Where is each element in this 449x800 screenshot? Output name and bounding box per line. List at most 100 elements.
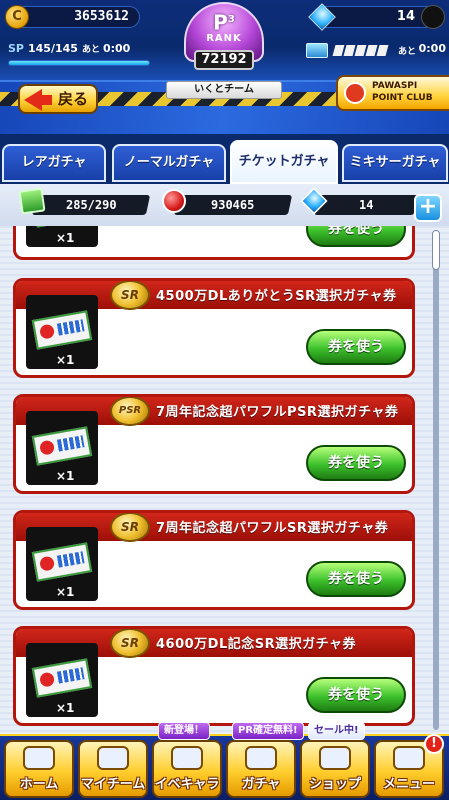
- nav-label: ホーム: [19, 777, 59, 792]
- sale-tag: セール中!: [308, 722, 365, 740]
- use-ticket-button[interactable]: 券を使う: [306, 677, 406, 713]
- ticket-quantity: ×1: [56, 231, 75, 245]
- menu-alert-badge: !: [424, 734, 444, 754]
- event-chara-icon: [171, 746, 203, 770]
- list-scrollbar[interactable]: [433, 230, 439, 730]
- stamina-time: 0:00: [418, 42, 446, 55]
- gacha-icon: [245, 746, 277, 770]
- use-ticket-button[interactable]: 券を使う: [306, 445, 406, 481]
- ticket-icon: [31, 426, 93, 466]
- stamina-bar: [332, 45, 345, 56]
- ticket-title: 4500万DLありがとうSR選択ガチャ券: [156, 289, 397, 304]
- stamina-bar: [376, 45, 389, 56]
- ticket-thumbnail: ×1: [26, 226, 98, 247]
- ball-count: 930465: [173, 195, 293, 215]
- coin-value: 3653612: [74, 9, 129, 24]
- back-arrow-icon: [24, 89, 52, 111]
- gem-value: 14: [396, 9, 415, 24]
- ticket-icon: [31, 310, 93, 350]
- ticket-list[interactable]: ×1 券を使う SR 4500万DLありがとうSR選択ガチャ券 ×1 券を使う …: [0, 226, 449, 734]
- pawaspi-point-club-button[interactable]: PAWASPI POINT CLUB: [336, 75, 449, 111]
- stamina-readout: あと 0:00: [306, 42, 446, 60]
- nav-shop[interactable]: ショップ: [300, 740, 370, 798]
- ticket-card: SR 4500万DLありがとうSR選択ガチャ券 ×1 券を使う: [13, 278, 415, 378]
- settings-disc-icon[interactable]: [421, 5, 445, 29]
- ticket-thumbnail: ×1: [26, 411, 98, 485]
- nav-gacha[interactable]: ガチャ: [226, 740, 296, 798]
- pr-free-tag: PR確定無料!: [232, 722, 304, 740]
- nav-label: ショップ: [308, 777, 361, 792]
- sr-badge-icon: SR: [110, 629, 150, 658]
- sr-badge-icon: SR: [110, 513, 150, 542]
- sp-time: 0:00: [102, 42, 131, 55]
- stamina-bar: [365, 45, 378, 56]
- add-gems-button[interactable]: +: [414, 194, 442, 222]
- use-ticket-button[interactable]: 券を使う: [306, 226, 406, 247]
- sp-bar: [8, 60, 150, 66]
- ticket-quantity: ×1: [56, 469, 75, 483]
- ticket-icon: [31, 226, 93, 228]
- nav-label: メニュー: [382, 777, 435, 792]
- gem-icon: [308, 3, 336, 31]
- ticket-quantity: ×1: [56, 585, 75, 599]
- stamina-bar: [343, 45, 356, 56]
- use-ticket-button[interactable]: 券を使う: [306, 561, 406, 597]
- ticket-icon: [31, 658, 93, 698]
- sp-ato: あと: [81, 45, 100, 55]
- team-icon: [97, 746, 129, 770]
- use-ticket-button[interactable]: 券を使う: [306, 329, 406, 365]
- shop-icon: [319, 746, 351, 770]
- menu-icon: [393, 746, 425, 770]
- stamina-bar: [354, 45, 367, 56]
- ticket-quantity: ×1: [56, 353, 75, 367]
- nav-my-team[interactable]: マイチーム: [78, 740, 148, 798]
- ticket-thumbnail: ×1: [26, 643, 98, 717]
- sp-bar-fill: [9, 61, 149, 65]
- coin-counter: C 3653612: [5, 5, 140, 29]
- psr-badge-icon: PSR: [110, 397, 150, 426]
- stamina-ticket-icon: [306, 43, 328, 58]
- item-box-icon: [18, 187, 46, 215]
- box-count: 285/290: [31, 195, 151, 215]
- ticket-card: ×1 券を使う: [13, 226, 415, 260]
- status-bar: C 3653612 SP 145/145 あと 0:00 14 あと 0:00 P3 …: [0, 0, 449, 82]
- new-arrival-tag: 新登場！: [158, 722, 210, 740]
- ticket-thumbnail: ×1: [26, 527, 98, 601]
- pawaspi-icon: [344, 82, 366, 104]
- back-button[interactable]: 戻る: [18, 84, 98, 114]
- gem-counter: 14: [308, 3, 445, 31]
- back-label: 戻る: [57, 90, 88, 108]
- bottom-nav: ホーム マイチーム イベキャラ ガチャ ショップ メニュー: [0, 734, 449, 800]
- ticket-title: 4600万DL記念SR選択ガチャ券: [156, 637, 356, 652]
- scrollbar-thumb[interactable]: [432, 230, 440, 270]
- ticket-card: SR 7周年記念超パワフルSR選択ガチャ券 ×1 券を使う: [13, 510, 415, 610]
- ticket-title: 7周年記念超パワフルSR選択ガチャ券: [156, 521, 389, 536]
- tab-ticket-gacha[interactable]: チケットガチャ: [230, 140, 338, 184]
- pawaspi-label: PAWASPI POINT CLUB: [372, 81, 433, 103]
- ticket-quantity: ×1: [56, 701, 75, 715]
- tab-mixer-gacha[interactable]: ミキサーガチャ: [342, 144, 448, 182]
- rank-letter: P3: [213, 10, 235, 35]
- rank-word: RANK: [206, 32, 242, 44]
- nav-event-chara[interactable]: イベキャラ: [152, 740, 222, 798]
- gacha-tabs: レアガチャ ノーマルガチャ チケットガチャ ミキサーガチャ: [0, 140, 449, 184]
- coin-icon: C: [5, 5, 29, 29]
- sr-badge-icon: SR: [110, 281, 150, 310]
- stamina-bars: [332, 45, 389, 56]
- tab-normal-gacha[interactable]: ノーマルガチャ: [112, 144, 226, 182]
- nav-home[interactable]: ホーム: [4, 740, 74, 798]
- home-icon: [23, 746, 55, 770]
- rank-emblem[interactable]: P3 RANK 72192: [164, 0, 284, 82]
- tab-rare-gacha[interactable]: レアガチャ: [2, 144, 106, 182]
- nav-label: イベキャラ: [154, 777, 220, 792]
- stamina-ato: あと: [398, 47, 417, 57]
- sp-value: 145/145: [27, 42, 78, 55]
- ticket-title: 7周年記念超パワフルPSR選択ガチャ券: [156, 405, 399, 420]
- ticket-card: PSR 7周年記念超パワフルPSR選択ガチャ券 ×1 券を使う: [13, 394, 415, 494]
- nav-label: マイチーム: [80, 777, 146, 792]
- rank-score: 72192: [194, 50, 254, 70]
- ball-icon: [162, 189, 186, 213]
- ticket-icon: [31, 542, 93, 582]
- nav-label: ガチャ: [241, 777, 281, 792]
- sp-label: SP: [8, 42, 24, 55]
